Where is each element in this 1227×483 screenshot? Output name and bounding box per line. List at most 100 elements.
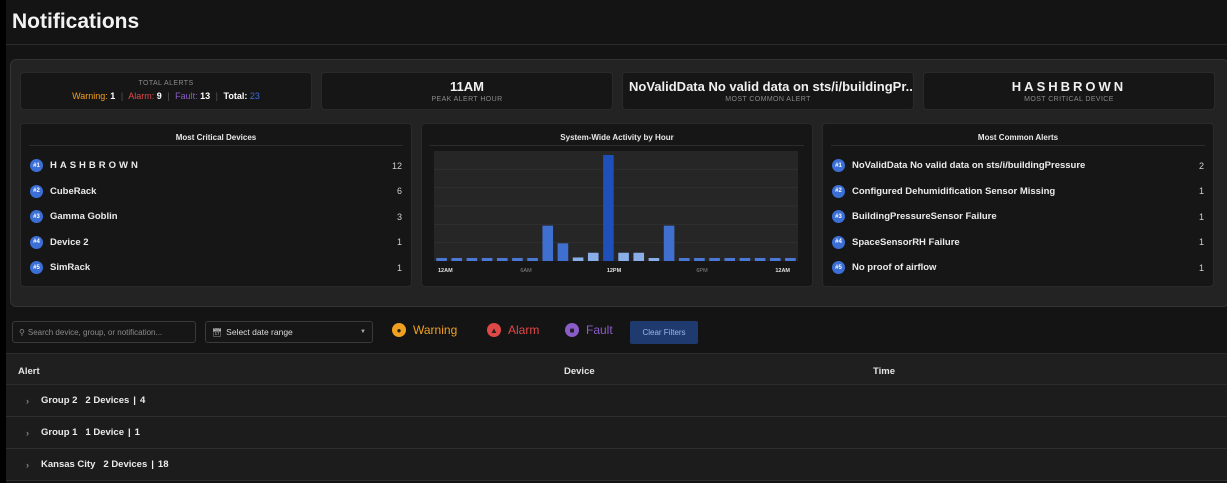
alert-count: 1 (1198, 186, 1204, 197)
list-item[interactable]: #5 SimRack 1 (30, 255, 402, 281)
device-name: HASHBROWN (50, 160, 141, 172)
alarm-bell-icon: ▲ (487, 323, 501, 337)
list-item[interactable]: #3 Gamma Goblin 3 (30, 204, 402, 230)
rank-badge: #5 (832, 261, 845, 275)
critical-devices-card: Most Critical Devices #1 HASHBROWN 12 #2… (20, 123, 412, 287)
device-count: 3 (396, 211, 402, 222)
rank-badge: #4 (832, 235, 845, 249)
group-device-count: 1 Device (85, 427, 124, 438)
list-item[interactable]: #5 No proof of airflow 1 (832, 255, 1204, 281)
separator: | (133, 395, 136, 406)
search-field[interactable]: ⚲ (12, 321, 196, 343)
rank-badge: #3 (30, 210, 43, 224)
list-item[interactable]: #3 BuildingPressureSensor Failure 1 (832, 204, 1204, 230)
chevron-right-icon[interactable]: › (26, 460, 29, 470)
chevron-right-icon[interactable]: › (26, 396, 29, 406)
device-name: SimRack (50, 262, 91, 274)
chart-bar (785, 258, 796, 261)
group-alert-count: 1 (134, 427, 140, 438)
total-count-label: Total: (223, 91, 248, 101)
peak-hour-tile: 11AM PEAK ALERT HOUR (321, 72, 613, 110)
summary-panel: TOTAL ALERTS Warning: 1 | Alarm: 9 | Fau… (10, 59, 1227, 307)
list-item[interactable]: #2 Configured Dehumidification Sensor Mi… (832, 179, 1204, 205)
critical-devices-title: Most Critical Devices (29, 124, 403, 146)
rank-badge: #3 (832, 210, 845, 224)
device-column-header[interactable]: Device (564, 366, 595, 377)
calendar-icon: 📅︎ (212, 327, 223, 337)
separator: | (215, 91, 219, 101)
fault-filter-chip[interactable]: ■ Fault (565, 323, 613, 337)
table-row[interactable]: › Group 1 1 Device | 1 (6, 417, 1227, 449)
chart-bar (724, 258, 736, 261)
warning-filter-label: Warning (413, 323, 458, 337)
chart-bar (436, 258, 447, 261)
chart-bar (572, 257, 584, 261)
group-name: Group 1 (41, 427, 78, 438)
alert-name: NoValidData No valid data on sts/i/build… (852, 160, 1086, 172)
common-alerts-list: #1 NoValidData No valid data on sts/i/bu… (823, 146, 1213, 281)
device-count: 1 (396, 262, 402, 273)
alert-name: Configured Dehumidification Sensor Missi… (852, 185, 1056, 197)
chart-tick-label: 12AM (438, 268, 453, 274)
clear-filters-button[interactable]: Clear Filters (630, 321, 698, 344)
separator: | (167, 91, 170, 101)
peak-hour-label: PEAK ALERT HOUR (431, 96, 503, 103)
group-alert-count: 4 (139, 395, 146, 406)
group-name: Group 2 (41, 395, 78, 406)
list-item[interactable]: #1 HASHBROWN 12 (30, 153, 402, 179)
group-alert-count: 18 (157, 459, 169, 470)
warning-icon: ● (392, 323, 406, 337)
chart-bar (633, 252, 645, 261)
alarm-filter-chip[interactable]: ▲ Alarm (487, 323, 539, 337)
chart-bar (527, 258, 538, 261)
chart-bar (451, 258, 463, 261)
chart-bar (542, 225, 554, 261)
rank-badge: #2 (30, 184, 43, 198)
list-item[interactable]: #4 Device 2 1 (30, 230, 402, 256)
chart-tick-label: 6PM (696, 268, 708, 274)
warning-count-label: Warning: (72, 91, 108, 101)
table-row[interactable]: › Group 2 2 Devices | 4 (6, 385, 1227, 417)
rank-badge: #5 (30, 261, 43, 275)
rank-badge: #1 (30, 159, 43, 173)
alert-column-header[interactable]: Alert (18, 366, 40, 377)
chart-bar (618, 252, 629, 261)
chart-bar (496, 258, 508, 261)
warning-filter-chip[interactable]: ● Warning (392, 323, 457, 337)
list-item[interactable]: #4 SpaceSensorRH Failure 1 (832, 230, 1204, 256)
time-column-header[interactable]: Time (873, 366, 895, 377)
device-name: CubeRack (50, 185, 97, 197)
critical-devices-list: #1 HASHBROWN 12 #2 CubeRack 6 #3 Gamma G… (21, 146, 411, 281)
caret-down-icon: ▼ (360, 329, 366, 335)
activity-chart-card: System-Wide Activity by Hour 12AM 6AM 12PM… (421, 123, 813, 287)
total-alerts-heading: TOTAL ALERTS (138, 80, 194, 87)
list-item[interactable]: #2 CubeRack 6 (30, 179, 402, 205)
list-item[interactable]: #1 NoValidData No valid data on sts/i/bu… (832, 153, 1204, 179)
group-device-count: 2 Devices (103, 459, 148, 470)
device-name: Device 2 (50, 236, 89, 248)
search-input[interactable] (27, 327, 188, 337)
alert-name: SpaceSensorRH Failure (852, 236, 960, 248)
alarm-count-label: Alarm: (128, 91, 155, 101)
warning-count: 1 (110, 91, 116, 101)
chart-bar (466, 258, 478, 261)
date-range-placeholder: Select date range (226, 327, 293, 337)
date-range-select[interactable]: 📅︎ Select date range ▼ (205, 321, 373, 343)
chart-bar (694, 258, 705, 261)
fault-house-icon: ■ (565, 323, 579, 337)
alert-counts: Warning: 1 | Alarm: 9 | Fault: 13 | Tota… (21, 91, 311, 101)
chart-tick-label: 12PM (607, 268, 622, 274)
chevron-right-icon[interactable]: › (26, 428, 29, 438)
chart-tick-label: 12AM (775, 268, 790, 274)
rank-badge: #2 (832, 184, 845, 198)
notifications-table: Alert Device Time › Group 2 2 Devices | … (6, 353, 1227, 483)
common-alert-value: NoValidData No valid data on sts/i/build… (629, 79, 913, 94)
device-name: Gamma Goblin (50, 211, 118, 223)
table-row[interactable]: › Kansas City 2 Devices | 18 (6, 449, 1227, 481)
peak-hour-value: 11AM (450, 79, 484, 94)
critical-device-tile: HASHBROWN MOST CRITICAL DEVICE (923, 72, 1215, 110)
alert-name: BuildingPressureSensor Failure (852, 211, 997, 223)
device-count: 6 (396, 186, 402, 197)
device-count: 1 (396, 237, 402, 248)
rank-badge: #4 (30, 235, 43, 249)
